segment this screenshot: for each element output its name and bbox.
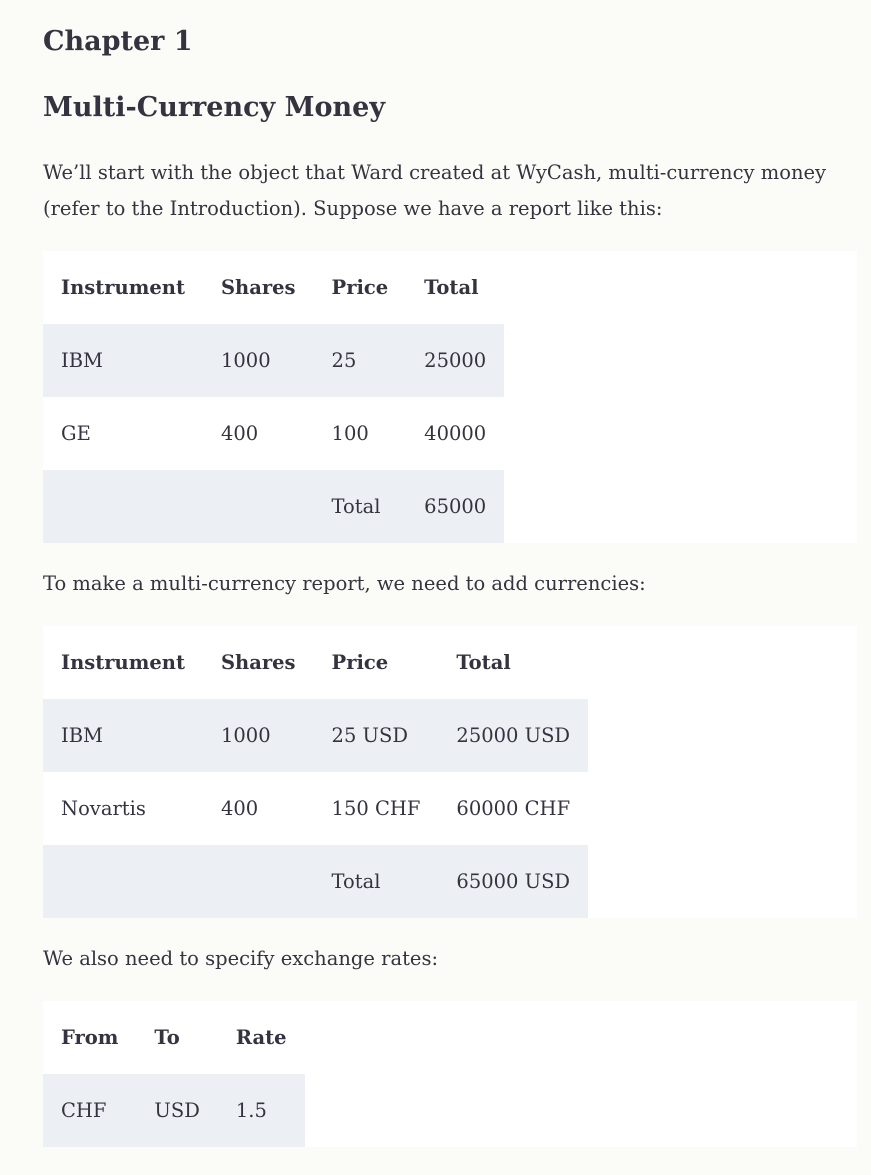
table-total-row: Total 65000 — [43, 470, 505, 543]
table-row: IBM 1000 25 25000 — [43, 324, 505, 397]
table-cell: 65000 USD — [438, 845, 589, 918]
table-cell: 25 USD — [313, 699, 439, 772]
table-cell: 1.5 — [217, 1074, 305, 1147]
column-header: Shares — [220, 276, 296, 299]
column-header: Rate — [235, 1026, 287, 1049]
multi-currency-table: Instrument Shares Price Total IBM 1000 2… — [43, 626, 589, 918]
table-cell: 1000 — [202, 324, 314, 397]
column-header: To — [154, 1026, 180, 1049]
table-cell — [43, 845, 203, 918]
table-row: IBM 1000 25 USD 25000 USD — [43, 699, 589, 772]
table-cell: CHF — [43, 1074, 137, 1147]
column-header: Instrument — [61, 276, 185, 299]
table-cell: 25000 USD — [438, 699, 589, 772]
table-row: GE 400 100 40000 — [43, 397, 504, 470]
table-cell: USD — [136, 1074, 218, 1147]
column-header: Price — [331, 651, 389, 674]
table-cell: 100 — [331, 422, 369, 445]
table-cell — [202, 470, 314, 543]
exchange-rate-table-container: From To Rate CHF USD 1.5 — [43, 1001, 857, 1147]
table-row: CHF USD 1.5 — [43, 1074, 305, 1147]
document-page: Chapter 1 Multi-Currency Money We’ll sta… — [0, 0, 871, 1175]
table-cell — [202, 845, 314, 918]
table-header-row: Instrument Shares Price Total — [43, 251, 504, 324]
table-cell: 25000 — [406, 324, 505, 397]
exchange-rate-table: From To Rate CHF USD 1.5 — [43, 1001, 305, 1147]
table-cell: 65000 — [406, 470, 505, 543]
table-cell: IBM — [43, 324, 203, 397]
column-header: Total — [424, 276, 479, 299]
table-cell: 400 — [220, 797, 259, 820]
table-cell: 150 CHF — [331, 797, 421, 820]
report-table: Instrument Shares Price Total IBM 1000 2… — [43, 251, 505, 543]
table-cell: Total — [313, 845, 439, 918]
table-cell: 1000 — [202, 699, 314, 772]
report-table-container: Instrument Shares Price Total IBM 1000 2… — [43, 251, 857, 543]
table-cell: Novartis — [61, 797, 146, 820]
table-cell: 60000 CHF — [456, 797, 571, 820]
column-header: Shares — [220, 651, 296, 674]
intro-paragraph: We’ll start with the object that Ward cr… — [43, 161, 827, 220]
multi-currency-table-container: Instrument Shares Price Total IBM 1000 2… — [43, 626, 857, 918]
table-cell: 40000 — [424, 422, 487, 445]
table-total-row: Total 65000 USD — [43, 845, 589, 918]
currencies-paragraph: To make a multi-currency report, we need… — [43, 572, 646, 595]
section-title: Multi-Currency Money — [43, 92, 386, 123]
column-header: Total — [456, 651, 511, 674]
column-header: From — [61, 1026, 119, 1049]
table-cell: IBM — [43, 699, 203, 772]
chapter-heading: Chapter 1 — [43, 26, 193, 57]
table-cell: 400 — [220, 422, 259, 445]
column-header: Instrument — [61, 651, 185, 674]
table-cell: Total — [313, 470, 407, 543]
table-header-row: Instrument Shares Price Total — [43, 626, 588, 699]
table-header-row: From To Rate — [43, 1001, 305, 1074]
table-cell: GE — [61, 422, 91, 445]
table-cell — [43, 470, 203, 543]
rates-paragraph: We also need to specify exchange rates: — [43, 947, 439, 970]
table-cell: 25 — [313, 324, 407, 397]
table-row: Novartis 400 150 CHF 60000 CHF — [43, 772, 588, 845]
column-header: Price — [331, 276, 389, 299]
